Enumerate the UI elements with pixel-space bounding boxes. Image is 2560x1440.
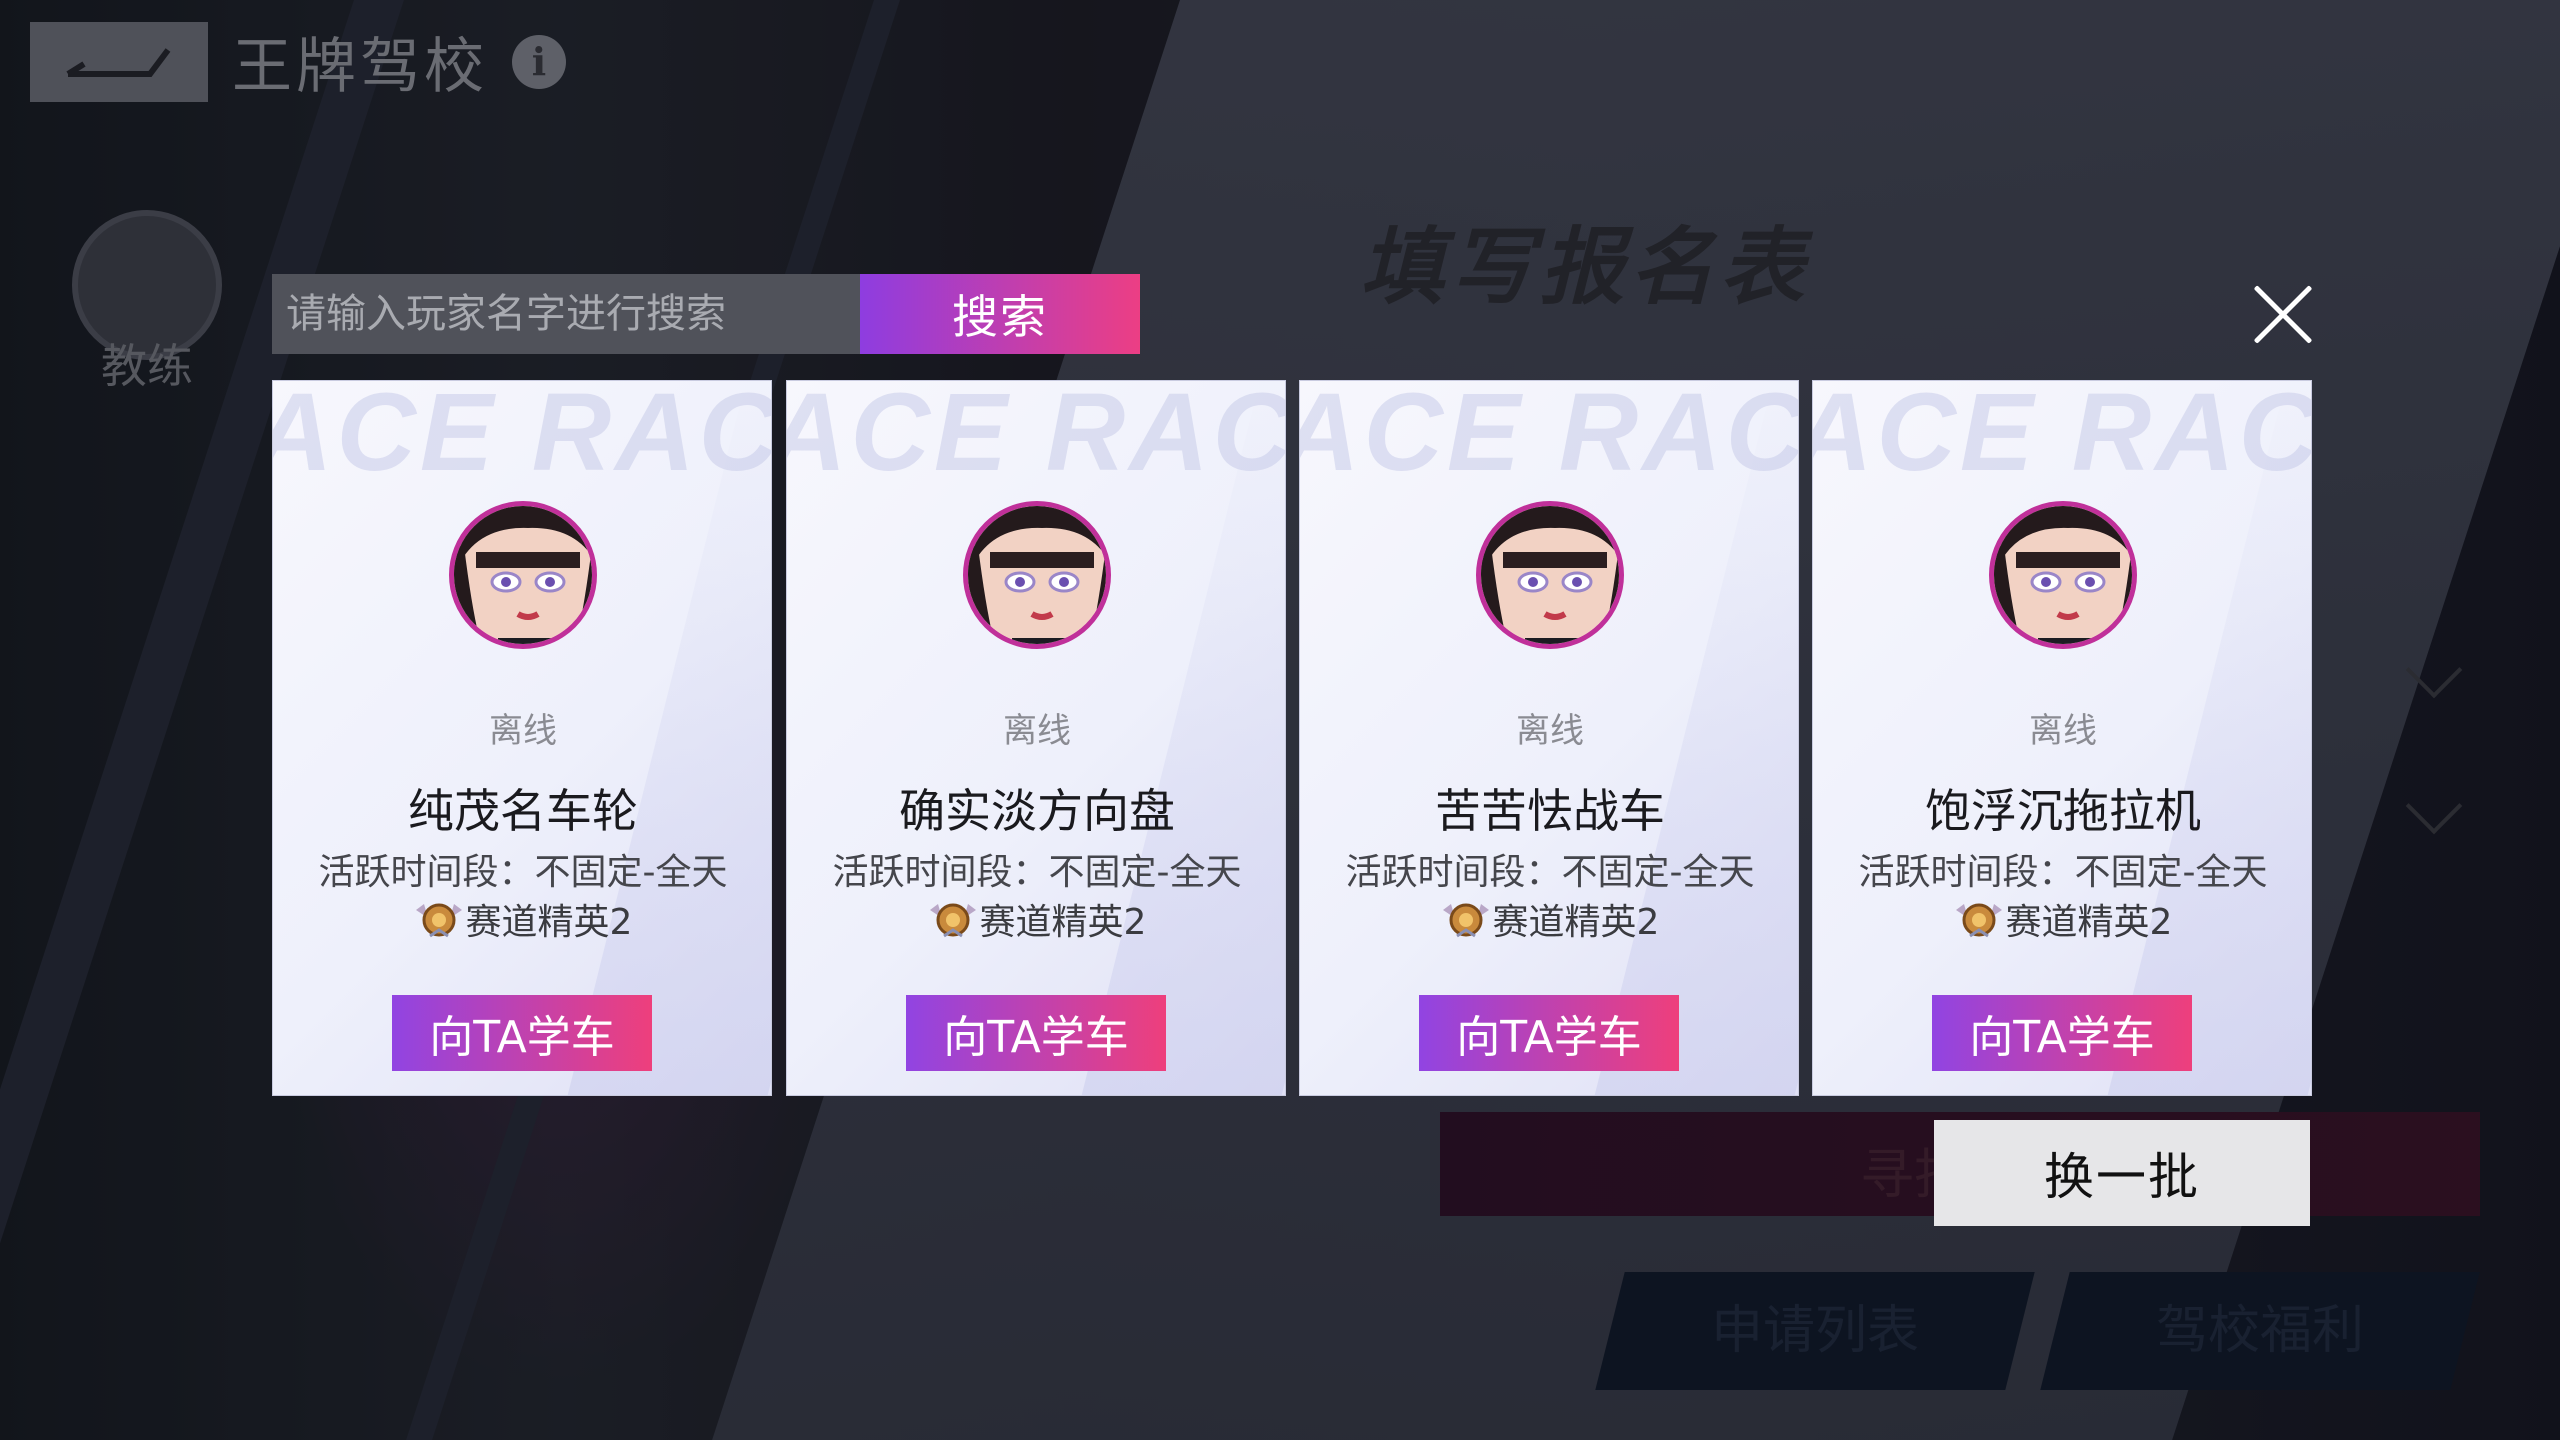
avatar[interactable] xyxy=(1989,501,2137,649)
online-status: 离线 xyxy=(489,711,557,751)
rank-row: 赛道精英2 xyxy=(1300,893,1798,945)
rank-label: 赛道精英2 xyxy=(2005,902,2173,943)
active-time: 活跃时间段：不固定-全天 xyxy=(832,852,1242,893)
learn-from-coach-button[interactable]: 向TA学车 xyxy=(906,995,1166,1071)
avatar[interactable] xyxy=(1476,501,1624,649)
rank-row: 赛道精英2 xyxy=(787,893,1285,945)
info-icon[interactable]: i xyxy=(512,34,566,89)
search-button[interactable]: 搜索 xyxy=(860,274,1140,354)
rank-badge-icon xyxy=(928,896,978,942)
coach-card: ACE RACER 离线 纯茂名车轮 活跃时间段：不固定-全天 赛道精英2 向T… xyxy=(272,380,772,1096)
rank-badge-icon xyxy=(1441,896,1491,942)
rank-label: 赛道精英2 xyxy=(465,902,633,943)
learn-from-coach-button[interactable]: 向TA学车 xyxy=(1932,995,2192,1071)
rank-row: 赛道精英2 xyxy=(1813,893,2311,945)
card-watermark: ACE RACER xyxy=(1812,380,2311,494)
active-time: 活跃时间段：不固定-全天 xyxy=(1858,852,2268,893)
online-status: 离线 xyxy=(2029,711,2097,751)
rank-row: 赛道精英2 xyxy=(273,893,771,945)
rank-label: 赛道精英2 xyxy=(979,902,1147,943)
top-bar: 王牌驾校 i xyxy=(30,18,566,105)
coach-card: ACE RACER 离线 确实淡方向盘 活跃时间段：不固定-全天 赛道精英2 向… xyxy=(786,380,1286,1096)
search-field[interactable] xyxy=(272,274,860,354)
player-name: 确实淡方向盘 xyxy=(899,784,1175,838)
online-status: 离线 xyxy=(1516,711,1584,751)
active-time: 活跃时间段：不固定-全天 xyxy=(1345,852,1755,893)
card-watermark: ACE RACER xyxy=(272,380,771,494)
learn-from-coach-button[interactable]: 向TA学车 xyxy=(1419,995,1679,1071)
coach-card: ACE RACER 离线 饱浮沉拖拉机 活跃时间段：不固定-全天 赛道精英2 向… xyxy=(1812,380,2312,1096)
rank-badge-icon xyxy=(414,896,464,942)
online-status: 离线 xyxy=(1003,711,1071,751)
close-icon[interactable] xyxy=(2250,282,2316,348)
avatar[interactable] xyxy=(963,501,1111,649)
rank-badge-icon xyxy=(1954,896,2004,942)
avatar[interactable] xyxy=(449,501,597,649)
coach-tab: 教练 xyxy=(72,210,222,393)
refresh-batch-button[interactable]: 换一批 xyxy=(1934,1120,2310,1226)
active-time: 活跃时间段：不固定-全天 xyxy=(318,852,728,893)
player-name: 饱浮沉拖拉机 xyxy=(1925,784,2201,838)
coach-label: 教练 xyxy=(101,339,193,393)
coach-card-list: ACE RACER 离线 纯茂名车轮 活跃时间段：不固定-全天 赛道精英2 向T… xyxy=(272,380,2312,1096)
learn-from-coach-button[interactable]: 向TA学车 xyxy=(392,995,652,1071)
rank-label: 赛道精英2 xyxy=(1492,902,1660,943)
player-name: 纯茂名车轮 xyxy=(408,784,638,838)
card-watermark: ACE RACER xyxy=(786,380,1285,494)
page-title: 王牌驾校 xyxy=(232,32,488,102)
search-input[interactable] xyxy=(286,291,846,337)
back-arrow-icon xyxy=(64,42,174,82)
player-name: 苦苦怯战车 xyxy=(1435,784,1665,838)
coach-card: ACE RACER 离线 苦苦怯战车 活跃时间段：不固定-全天 赛道精英2 向T… xyxy=(1299,380,1799,1096)
card-watermark: ACE RACER xyxy=(1299,380,1798,494)
back-button[interactable] xyxy=(30,21,208,102)
